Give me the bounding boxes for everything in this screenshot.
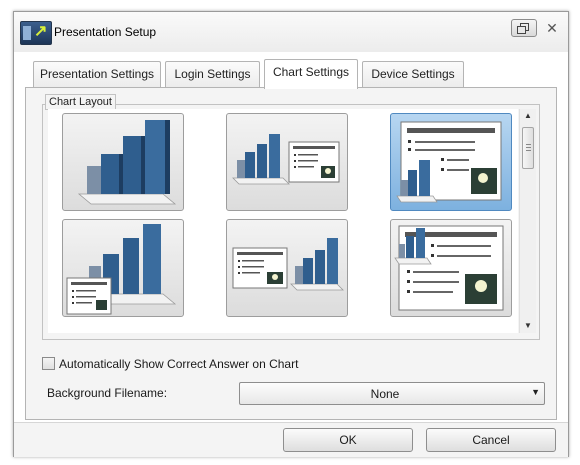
background-filename-select[interactable]: None ▼ — [239, 382, 545, 405]
chart-layout-label: Chart Layout — [45, 94, 116, 110]
layout-option-chart-with-slide-inset-left[interactable] — [62, 219, 184, 317]
chart-layout-group: Chart Layout ▲ ▼ — [42, 94, 540, 340]
slide-with-chart-icon — [396, 121, 502, 203]
cancel-button[interactable]: Cancel — [426, 428, 556, 452]
title-bar: ↗ Presentation Setup ✕ — [14, 12, 568, 52]
auto-show-correct-checkbox[interactable] — [42, 357, 55, 370]
tab-device-settings[interactable]: Device Settings — [362, 61, 464, 87]
chart-and-slide-icon — [232, 134, 340, 185]
scroll-up-icon[interactable]: ▲ — [520, 109, 536, 123]
chart-layout-gallery — [48, 109, 518, 333]
layout-option-slide-with-chart-top-left[interactable] — [390, 219, 512, 317]
layout-option-chart-with-slide-right[interactable] — [226, 113, 348, 211]
layout-option-slide-with-chart-overlay[interactable] — [390, 113, 512, 211]
chevron-down-icon: ▼ — [531, 387, 540, 397]
dialog-footer: OK Cancel — [14, 422, 568, 457]
background-filename-label: Background Filename: — [47, 386, 168, 400]
auto-show-correct-label[interactable]: Automatically Show Correct Answer on Cha… — [59, 357, 298, 371]
ok-button[interactable]: OK — [283, 428, 413, 452]
tab-strip: Presentation Settings Login Settings Cha… — [14, 59, 568, 89]
background-filename-value: None — [370, 387, 400, 401]
tab-presentation-settings[interactable]: Presentation Settings — [33, 61, 161, 87]
presentation-setup-dialog: ↗ Presentation Setup ✕ Presentation Sett… — [13, 11, 569, 457]
layout-scrollbar[interactable]: ▲ ▼ — [519, 109, 536, 333]
layout-option-chart-only[interactable] — [62, 113, 184, 211]
window-title: Presentation Setup — [54, 25, 157, 39]
scroll-down-icon[interactable]: ▼ — [520, 319, 536, 333]
chart-settings-panel: Chart Layout ▲ ▼ Automatically Show Corr… — [25, 87, 557, 420]
tab-login-settings[interactable]: Login Settings — [165, 61, 260, 87]
scroll-thumb[interactable] — [522, 127, 534, 169]
bar-chart-icon — [77, 120, 177, 205]
slide-and-chart-icon — [232, 238, 344, 291]
presentation-app-icon: ↗ — [20, 21, 52, 45]
slide-with-small-chart-icon — [394, 225, 504, 311]
chart-with-inset-slide-icon — [66, 224, 177, 315]
layout-option-slide-left-chart-right[interactable] — [226, 219, 348, 317]
restore-button[interactable] — [511, 19, 537, 37]
tab-chart-settings[interactable]: Chart Settings — [264, 59, 358, 89]
close-icon[interactable]: ✕ — [544, 19, 560, 37]
